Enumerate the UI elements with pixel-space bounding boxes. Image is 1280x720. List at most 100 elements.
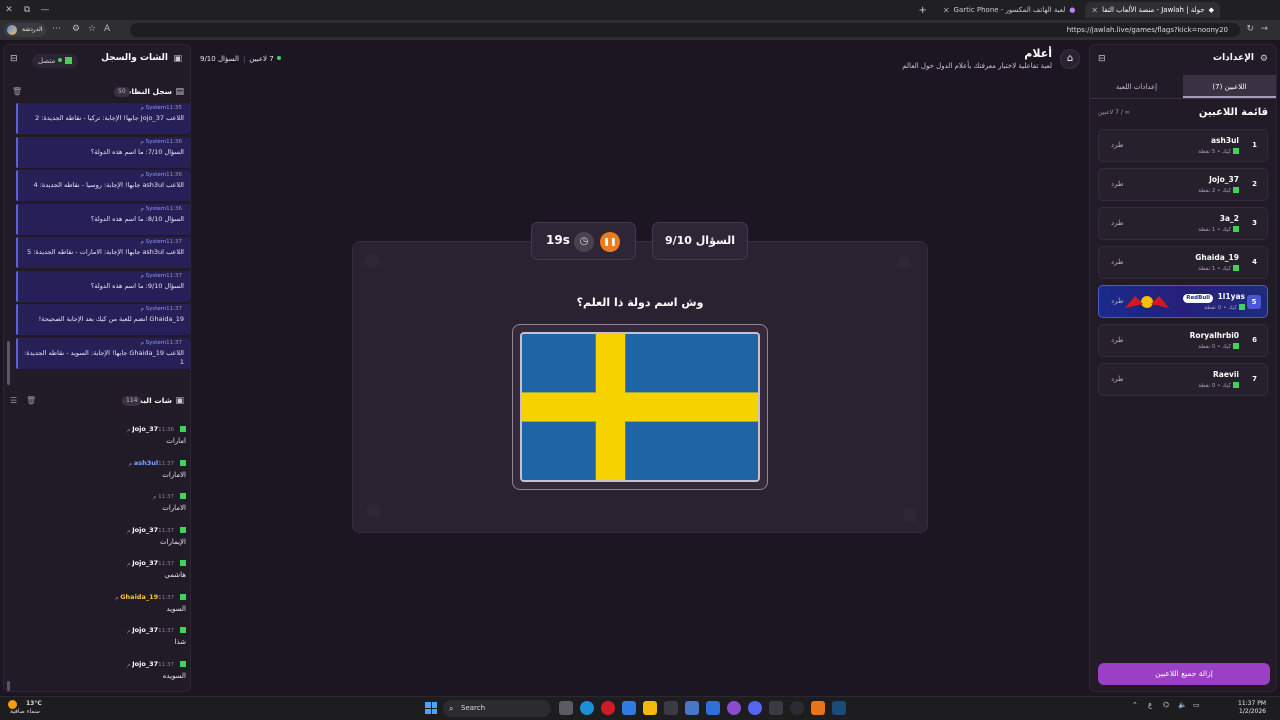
chat-username[interactable]: Jojo_37 [132,559,158,567]
player-rank: 4 [1252,258,1257,266]
kick-player-button[interactable]: طرد [1111,336,1124,344]
store-icon[interactable] [664,701,678,715]
close-tab-icon[interactable]: ✕ [1091,6,1098,15]
player-points: 0 نقطة [1198,344,1216,350]
bookmark-star-icon[interactable]: ☆ [88,24,96,34]
system-message-text: Ghaida_19 انضم للعبة من كيك بعد الإجابة … [38,315,184,323]
kick-icon [180,493,186,499]
tab-jawlah[interactable]: ◆ جولة | Jawlah - منصة الألعاب التفا ✕ [1085,2,1220,18]
system-sender: System [145,138,167,145]
player-row: 2 Jojo_37 كيك • 2 نقطة طرد [1098,168,1268,201]
network-icon[interactable]: ⌬ [1163,701,1169,709]
clear-log-icon[interactable]: 🗑 [12,87,22,96]
tab-strip: ◆ جولة | Jawlah - منصة الألعاب التفا ✕ ●… [912,2,1220,18]
tab-players[interactable]: اللاعبين (7) [1183,75,1276,98]
chat-text: الامارات [162,470,186,479]
tab-gartic[interactable]: ● لعبة الهاتف المكسور - Gartic Phone ✕ [937,2,1082,18]
kick-icon [180,593,186,600]
settings-panel: ⚙ الإعدادات ⊟ اللاعبين (7) إعدادات اللعب… [1089,44,1277,692]
tab-game-settings[interactable]: إعدادات اللعبة [1090,75,1183,98]
system-message-text: السؤال 8/10: ما اسم هذه الدولة؟ [90,214,184,223]
kick-player-button[interactable]: طرد [1111,258,1124,266]
volume-icon[interactable]: 🔈 [1178,701,1187,709]
minimize-window-icon[interactable]: — [36,5,54,15]
stream-chat-list: Jojo_3711:36 م امارات ash3ul 11:37 م الامارا… [10,423,190,691]
home-button[interactable]: ⌂ [1060,49,1080,69]
chat-username[interactable]: Jojo_37 [132,626,158,634]
restore-window-icon[interactable]: ⧉ [18,5,36,15]
battery-icon[interactable]: ▭ [1193,701,1200,709]
system-log-message: System11:37 م Ghaida_19 انضم للعبة من كيك… [16,304,190,335]
chat-username[interactable]: Ghaida_19 [120,593,158,601]
copilot-icon[interactable] [622,701,636,715]
read-aloud-icon[interactable]: A [104,24,110,34]
chat-scrollbar[interactable] [7,681,10,691]
collapse-panel-icon[interactable]: ⊟ [10,54,18,64]
edge-icon[interactable] [580,701,594,715]
opera-icon[interactable] [601,701,615,715]
app-icon[interactable] [811,701,825,715]
kick-player-button[interactable]: طرد [1111,219,1124,227]
players-count: ∞ / 7 لاعبين [1098,109,1130,116]
question-number-pill: السؤال 9/10 [652,222,748,260]
chat-username[interactable]: Jojo_37 [132,425,158,433]
chrome-icon[interactable] [790,701,804,715]
kick-player-button[interactable]: طرد [1111,180,1124,188]
url-field[interactable]: https://jawlah.live/games/flags?kick=noo… [130,23,1240,37]
reload-icon[interactable]: ↻ [1246,24,1254,34]
chat-username[interactable]: Jojo_37 [132,526,158,534]
obs-icon[interactable] [769,701,783,715]
task-view-icon[interactable] [559,701,573,715]
chat-text: شذا [174,638,186,646]
new-tab-button[interactable]: + [912,2,932,18]
player-meta: كيك • 1 نقطة [1198,265,1239,272]
chat-username[interactable]: Jojo_37 [132,660,158,668]
photos-icon[interactable] [685,701,699,715]
chat-message: Jojo_3711:37 م هاشمي [10,557,190,591]
browser-tab-bar: ✕ ⧉ — ◆ جولة | Jawlah - منصة الألعاب الت… [0,0,1280,20]
chat-text: الامارات [162,504,186,512]
system-sender: System [145,306,167,312]
filter-chat-icon[interactable]: ☰ [10,396,17,405]
system-message-meta: System11:37 م [22,273,184,279]
mail-icon[interactable] [706,701,720,715]
kick-player-button[interactable]: طرد [1111,141,1124,149]
pause-button[interactable]: ❚❚ [600,232,620,252]
kick-icon [1233,226,1239,232]
app-icon[interactable] [727,701,741,715]
player-platform: كيك [1222,383,1231,389]
chat-user-line: Jojo_3711:37 م [10,660,186,668]
player-meta: كيك • 0 نقطة [1198,382,1239,389]
tray-chevron-icon[interactable]: ⌃ [1132,701,1138,709]
close-tab-icon[interactable]: ✕ [943,6,950,15]
collapse-panel-icon[interactable]: ⊟ [1098,54,1106,64]
remove-all-players-button[interactable]: إزالة جميع اللاعبين [1098,663,1270,685]
clear-chat-icon[interactable]: 🗑 [26,396,36,405]
close-window-icon[interactable]: ✕ [0,5,18,15]
file-explorer-icon[interactable] [643,701,657,715]
forward-icon[interactable]: → [1260,24,1268,34]
player-platform: كيك [1222,266,1231,272]
extensions-icon[interactable]: ⚙ [72,24,80,34]
weather-widget[interactable]: 13°C سماء صافية [8,700,42,716]
chat-message: Jojo_3711:36 م امارات [10,423,190,457]
player-row: 5 1l1yas كيك • 0 نقطة طرد RedBull [1098,285,1268,318]
discord-icon[interactable] [748,701,762,715]
system-log-scrollbar[interactable] [7,341,10,385]
player-platform: كيك [1222,149,1231,155]
system-log-message: System11:36 م السؤال 8/10: ما اسم هذه الد… [16,203,190,235]
language-indicator[interactable]: ع [1148,701,1152,709]
tab-favicon-icon: ◆ [1208,6,1214,14]
more-menu-icon[interactable]: ⋯ [52,24,61,34]
kick-player-button[interactable]: طرد [1111,375,1124,383]
taskbar-search[interactable]: ⌕ Search [443,700,551,717]
system-sender: System [145,172,167,178]
steam-icon[interactable] [832,701,846,715]
chat-text: السويده [162,671,186,680]
profile-button[interactable]: الدردشة [4,23,47,37]
chat-message: 11:37 م الامارات [10,490,190,524]
windows-start-icon[interactable] [425,702,437,714]
system-clock[interactable]: 11:37 PM 1/2/2026 [1238,700,1266,716]
chat-username[interactable]: ash3ul [134,459,158,467]
search-placeholder: Search [461,704,486,712]
